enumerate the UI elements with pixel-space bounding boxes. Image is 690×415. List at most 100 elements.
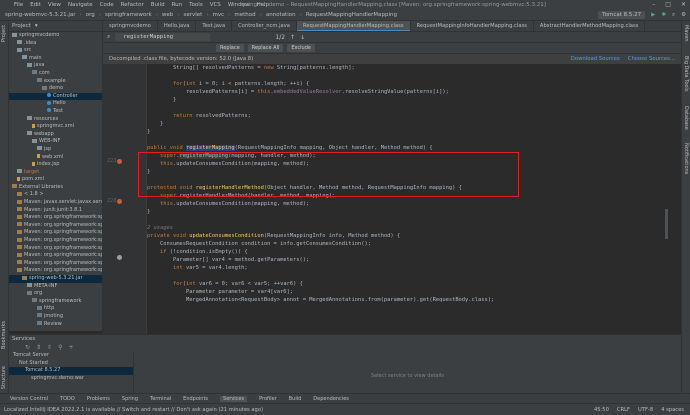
bottom-tab-services[interactable]: Services [220, 395, 248, 402]
project-tree-item[interactable]: example [9, 78, 102, 86]
tool-window-maven[interactable]: Maven [683, 25, 689, 42]
breadcrumb-item[interactable]: servlet [181, 12, 204, 18]
project-tree-item[interactable]: springframework [9, 298, 102, 306]
run-configuration-select[interactable]: Tomcat 8.5.27 [598, 11, 646, 19]
editor-tab[interactable]: RequestMappingHandlerMapping.class [296, 21, 411, 31]
exclude-button[interactable]: Exclude [287, 44, 315, 52]
project-tree-item[interactable]: Maven: org.springframework:spr [9, 214, 102, 222]
project-tree-item[interactable]: pom.xml [9, 176, 102, 184]
project-tree-item[interactable]: com [9, 70, 102, 78]
code-editor[interactable]: String[] resolvedPatterns = new String[p… [147, 64, 667, 334]
bottom-tab-todo[interactable]: TODO [60, 396, 75, 402]
editor-tab[interactable]: Controller_ncm.java [232, 21, 297, 31]
project-tree-item[interactable]: Maven: org.springframework:spr [9, 222, 102, 230]
breadcrumb-item[interactable]: spring-webmvc-5.3.21.jar [3, 12, 78, 18]
replace-all-button[interactable]: Replace All [247, 44, 284, 52]
project-tree-item[interactable]: main [9, 55, 102, 63]
file-encoding[interactable]: UTF-8 [638, 404, 653, 415]
run-icon[interactable]: ▶ [651, 12, 655, 18]
menu-item-run[interactable]: Run [172, 2, 183, 8]
caret-position[interactable]: 45:50 [594, 404, 609, 415]
project-tree-item[interactable]: Maven: org.springframework:spr [9, 245, 102, 253]
editor-tab[interactable]: RequestMappingInfoHandlerMapping.class [411, 21, 534, 31]
project-tree-item[interactable]: Test [9, 108, 102, 116]
bottom-tab-problems[interactable]: Problems [87, 396, 110, 402]
close-icon[interactable]: ✕ [681, 1, 686, 8]
override-marker-icon[interactable] [117, 199, 122, 204]
project-tree-item[interactable]: jmoting [9, 313, 102, 321]
project-tree-item[interactable]: < 1.8 > [9, 191, 102, 199]
project-tree-item[interactable]: Maven: org.springframework:spr [9, 260, 102, 268]
editor-tab[interactable]: springmvcdemo [103, 21, 158, 31]
expand-all-icon[interactable]: ⇕ [36, 344, 41, 351]
settings-icon[interactable]: ⚙ [681, 12, 686, 18]
download-sources-link[interactable]: Download Sources [571, 54, 620, 64]
project-tree-item[interactable]: webapp [9, 131, 102, 139]
services-tree-item[interactable]: springmvc:demo:war [9, 375, 133, 383]
project-tree-item[interactable]: External Libraries [9, 184, 102, 192]
line-separator[interactable]: CRLF [617, 404, 630, 415]
chevron-down-icon[interactable]: ▾ [35, 23, 38, 29]
breadcrumb-item[interactable]: springframework [103, 12, 154, 18]
tool-window-database[interactable]: Database [683, 106, 689, 130]
editor-scrollbar[interactable] [665, 64, 668, 334]
scrollbar-thumb[interactable] [665, 209, 668, 239]
bottom-tab-terminal[interactable]: Terminal [150, 396, 171, 402]
filter-icon[interactable]: ⚲ [58, 344, 62, 351]
project-tree-item[interactable]: Controller [9, 92, 102, 101]
editor-tab[interactable]: Hello.java [158, 21, 197, 31]
tool-window-structure[interactable]: Structure [1, 366, 7, 389]
project-tree-item[interactable]: resources [9, 116, 102, 124]
project-tree-item[interactable]: Maven: junit:junit:3.8.1 [9, 207, 102, 215]
indent-setting[interactable]: 4 spaces [661, 404, 684, 415]
refresh-icon[interactable]: ↻ [25, 344, 30, 351]
replace-button[interactable]: Replace [216, 44, 244, 52]
menu-item-code[interactable]: Code [100, 2, 114, 8]
menu-item-vcs[interactable]: VCS [210, 2, 221, 8]
status-message[interactable]: Localized IntelliJ IDEA 2022.2.1 is avai… [4, 407, 263, 413]
menu-item-navigate[interactable]: Navigate [68, 2, 93, 8]
project-tree-item[interactable]: Maven: org.springframework:spr [9, 229, 102, 237]
maximize-icon[interactable]: □ [665, 1, 671, 8]
choose-sources-link[interactable]: Choose Sources... [628, 54, 675, 64]
project-tree-item[interactable]: Maven: org.springframework:spr [9, 267, 102, 275]
project-tree-item[interactable]: Review [9, 321, 102, 329]
breadcrumb-item[interactable]: web [160, 12, 175, 18]
project-tree-item[interactable]: target [9, 169, 102, 177]
project-tree-item[interactable]: demo [9, 85, 102, 93]
services-tree-item[interactable]: Tomcat 8.5.27 [9, 367, 133, 375]
bottom-tab-profiler[interactable]: Profiler [259, 396, 277, 402]
tool-window-project[interactable]: Project [1, 25, 7, 42]
debug-icon[interactable]: ✱ [661, 12, 666, 18]
add-service-icon[interactable]: + [69, 344, 74, 351]
next-match-icon[interactable]: ↓ [300, 34, 305, 41]
project-tree-item[interactable]: springmvc.xml [9, 123, 102, 131]
breadcrumb-item[interactable]: annotation [264, 12, 298, 18]
project-tree-item[interactable]: Maven: org.springframework:spr [9, 237, 102, 245]
project-tree-item[interactable]: Maven: org.springframework:spr [9, 252, 102, 260]
project-tree-item[interactable]: .idea [9, 40, 102, 48]
breakpoint-marker-icon[interactable] [117, 255, 122, 260]
services-tree-item[interactable]: Not Started [9, 360, 133, 368]
bottom-tab-version-control[interactable]: Version Control [10, 396, 48, 402]
search-input[interactable]: registerMapping [115, 33, 211, 41]
bottom-tab-build[interactable]: Build [289, 396, 302, 402]
search-everywhere-icon[interactable]: ⌕ [672, 12, 675, 19]
project-tree-item[interactable]: spring-web-5.3.21.jar [9, 275, 102, 283]
project-header-label[interactable]: Project [12, 23, 31, 29]
project-tree-item[interactable]: src [9, 47, 102, 55]
menu-item-file[interactable]: File [14, 2, 23, 8]
menu-item-refactor[interactable]: Refactor [121, 2, 144, 8]
minimize-icon[interactable]: – [652, 1, 655, 8]
override-marker-icon[interactable] [117, 159, 122, 164]
breadcrumb-item[interactable]: mvc [211, 12, 227, 18]
menu-item-edit[interactable]: Edit [30, 2, 41, 8]
project-tree-item[interactable]: http [9, 305, 102, 313]
bottom-tab-spring[interactable]: Spring [122, 396, 138, 402]
bottom-tab-dependencies[interactable]: Dependencies [313, 396, 349, 402]
project-tree-item[interactable]: Hello [9, 100, 102, 108]
tool-window-bookmarks[interactable]: Bookmarks [1, 321, 7, 349]
breadcrumb-item[interactable]: RequestMappingHandlerMapping [304, 12, 399, 18]
bottom-tab-endpoints[interactable]: Endpoints [183, 396, 208, 402]
project-tree-item[interactable]: index.jsp [9, 161, 102, 169]
